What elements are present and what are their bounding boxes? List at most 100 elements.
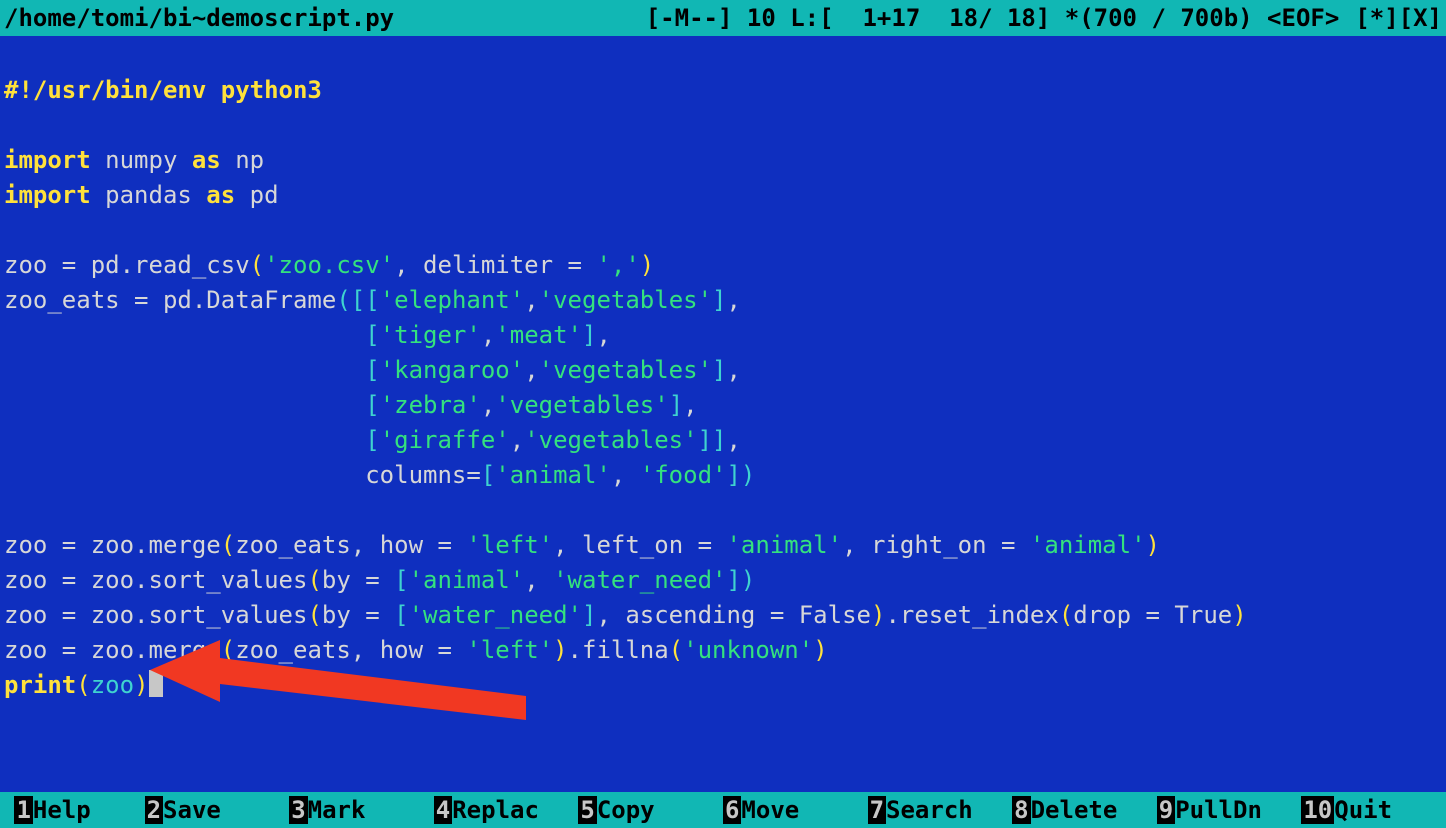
- string: 'vegetables': [495, 391, 668, 419]
- bracket: ]]: [698, 426, 727, 454]
- string: 'tiger': [380, 321, 481, 349]
- paren: ): [813, 636, 827, 664]
- text: by =: [322, 601, 394, 629]
- string: 'giraffe': [380, 426, 510, 454]
- bracket: [: [365, 426, 379, 454]
- paren: (: [1059, 601, 1073, 629]
- fn-copy[interactable]: 5Copy: [578, 793, 723, 828]
- editor-area[interactable]: #!/usr/bin/env python3 import numpy as n…: [0, 36, 1446, 792]
- indent: [4, 321, 365, 349]
- string: 'unknown': [683, 636, 813, 664]
- paren: ): [1232, 601, 1246, 629]
- bracket: ]): [726, 566, 755, 594]
- file-path: /home/tomi/bi~demoscript.py: [4, 1, 394, 36]
- string: 'water_need': [409, 601, 582, 629]
- bracket: ]): [726, 461, 755, 489]
- text: zoo = zoo.merge: [4, 531, 221, 559]
- bracket: [: [365, 356, 379, 384]
- paren: (: [76, 671, 90, 699]
- paren: (: [221, 636, 235, 664]
- bracket: [: [394, 601, 408, 629]
- text: ,: [727, 286, 741, 314]
- text: zoo = pd.read_csv: [4, 251, 250, 279]
- kw-as: as: [192, 146, 221, 174]
- text: ,: [611, 461, 640, 489]
- text: ,: [524, 286, 538, 314]
- fn-help[interactable]: 1Help: [0, 793, 145, 828]
- text: columns=: [4, 461, 481, 489]
- text: zoo_eats, how =: [235, 636, 466, 664]
- text: ,: [726, 356, 740, 384]
- text: pd: [235, 181, 278, 209]
- text: drop = True: [1073, 601, 1232, 629]
- paren: (: [307, 601, 321, 629]
- indent: [4, 391, 365, 419]
- indent: [4, 426, 365, 454]
- bracket: ]: [582, 321, 596, 349]
- string: 'zoo.csv': [264, 251, 394, 279]
- fn-pulldn[interactable]: 9PullDn: [1157, 793, 1302, 828]
- bracket: ]: [712, 286, 726, 314]
- string: 'meat': [495, 321, 582, 349]
- kw-as: as: [206, 181, 235, 209]
- title-flags: [*][X]: [1339, 1, 1442, 36]
- string: 'food': [640, 461, 727, 489]
- string: ',': [596, 251, 639, 279]
- text: .reset_index: [885, 601, 1058, 629]
- text: ,: [524, 356, 538, 384]
- text: np: [221, 146, 264, 174]
- text: , ascending = False: [596, 601, 871, 629]
- text: , right_on =: [842, 531, 1030, 559]
- bracket: ([[: [336, 286, 379, 314]
- string: 'vegetables': [524, 426, 697, 454]
- string: 'animal': [409, 566, 525, 594]
- text-cursor: [149, 670, 163, 697]
- fn-replace[interactable]: 4Replac: [434, 793, 579, 828]
- editor-status: [-M--] 10 L:[ 1+17 18/ 18] *(700 / 700b)…: [394, 1, 1339, 36]
- bracket: ]: [582, 601, 596, 629]
- bracket: [: [394, 566, 408, 594]
- text: zoo_eats = pd.DataFrame: [4, 286, 336, 314]
- bracket: ]: [712, 356, 726, 384]
- string: 'kangaroo': [380, 356, 525, 384]
- string: 'animal': [495, 461, 611, 489]
- title-bar: /home/tomi/bi~demoscript.py [-M--] 10 L:…: [0, 0, 1446, 36]
- string: 'animal': [1030, 531, 1146, 559]
- fn-save[interactable]: 2Save: [145, 793, 290, 828]
- paren: (: [669, 636, 683, 664]
- string: 'animal': [726, 531, 842, 559]
- editor-screen: /home/tomi/bi~demoscript.py [-M--] 10 L:…: [0, 0, 1446, 828]
- paren: ): [553, 636, 567, 664]
- text: ,: [481, 321, 495, 349]
- paren: (: [307, 566, 321, 594]
- text: ,: [726, 426, 740, 454]
- fn-search[interactable]: 7Search: [868, 793, 1013, 828]
- text: ,: [683, 391, 697, 419]
- text: numpy: [91, 146, 192, 174]
- paren: (: [221, 531, 235, 559]
- bracket: [: [481, 461, 495, 489]
- text: zoo_eats, how =: [235, 531, 466, 559]
- paren: ): [871, 601, 885, 629]
- string: 'left': [466, 636, 553, 664]
- function-key-bar: 1Help 2Save 3Mark 4Replac 5Copy 6Move 7S…: [0, 792, 1446, 828]
- kw-import: import: [4, 146, 91, 174]
- fn-delete[interactable]: 8Delete: [1012, 793, 1157, 828]
- indent: [4, 356, 365, 384]
- string: 'left': [466, 531, 553, 559]
- fn-move[interactable]: 6Move: [723, 793, 868, 828]
- text: pandas: [91, 181, 207, 209]
- text: zoo = zoo.sort_values: [4, 566, 307, 594]
- fn-mark[interactable]: 3Mark: [289, 793, 434, 828]
- text: , left_on =: [553, 531, 726, 559]
- text: zoo = zoo.merge: [4, 636, 221, 664]
- bracket: [: [365, 391, 379, 419]
- paren: ): [134, 671, 148, 699]
- bracket: ]: [669, 391, 683, 419]
- fn-quit[interactable]: 10Quit: [1301, 793, 1446, 828]
- kw-import: import: [4, 181, 91, 209]
- text: ,: [481, 391, 495, 419]
- string: 'elephant': [380, 286, 525, 314]
- bracket: [: [365, 321, 379, 349]
- text: zoo = zoo.sort_values: [4, 601, 307, 629]
